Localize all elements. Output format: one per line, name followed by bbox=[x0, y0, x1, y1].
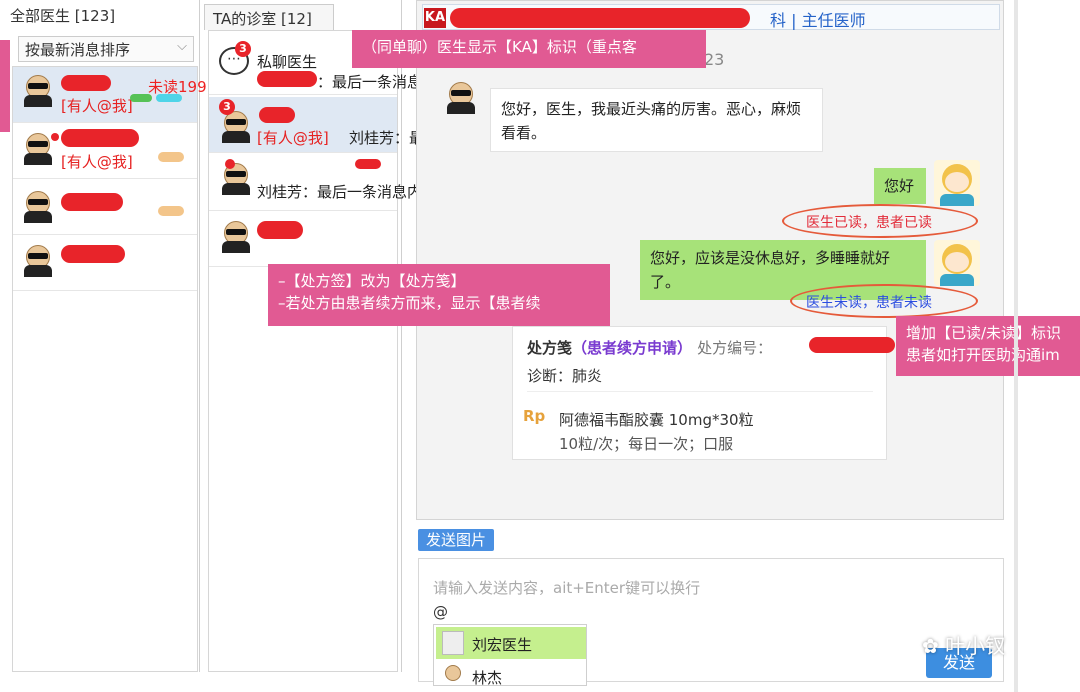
ka-tag: KA bbox=[424, 8, 446, 28]
list-item[interactable]: [有人@我] bbox=[13, 123, 197, 179]
annotation-read: 增加【已读/未读】标识 患者如打开医助沟通im bbox=[896, 316, 1080, 376]
message-time: 23 bbox=[704, 50, 725, 69]
redacted-mark bbox=[355, 159, 381, 169]
wechat-icon: ✿ bbox=[922, 634, 939, 658]
list-item[interactable]: 刘桂芳：最后一条消息内容 bbox=[209, 155, 437, 211]
drug-usage: 10粒/次；每日一次；口服 bbox=[559, 435, 734, 453]
chat-name: 私聊医生 bbox=[257, 53, 318, 71]
mention-name: 刘宏医生 bbox=[472, 636, 533, 654]
scrollbar[interactable] bbox=[1014, 0, 1018, 692]
sort-label: 按最新消息排序 bbox=[25, 41, 131, 59]
avatar bbox=[221, 111, 251, 143]
list-item[interactable] bbox=[13, 235, 197, 291]
redacted-name bbox=[61, 75, 111, 91]
annotation-rx-line1: –【处方签】改为【处方笺】 bbox=[278, 272, 466, 290]
mention-popup: 刘宏医生 林杰 bbox=[433, 624, 587, 687]
doctor-title: 科 | 主任医师 bbox=[770, 11, 866, 30]
doctor-avatar bbox=[934, 160, 980, 206]
unread-dot bbox=[225, 159, 235, 169]
chat-preview: 刘桂芳：最后一条消息内容 bbox=[257, 183, 438, 201]
highlight-oval bbox=[782, 204, 978, 238]
redacted-mark bbox=[158, 206, 184, 216]
unread-badge: 3 bbox=[219, 99, 235, 115]
annotation-read-line2: 患者如打开医助沟通im bbox=[906, 346, 1060, 364]
input-placeholder: 请输入发送内容，ait+Enter键可以换行 bbox=[433, 579, 701, 597]
redacted-mark bbox=[156, 94, 182, 102]
avatar bbox=[23, 75, 53, 107]
watermark-text: 叶小钗 bbox=[945, 634, 1006, 658]
at-symbol: @ bbox=[433, 603, 448, 621]
redacted-mark bbox=[130, 94, 152, 102]
doctor-message: 您好 bbox=[874, 168, 926, 204]
send-image-button[interactable]: 发送图片 bbox=[418, 529, 494, 551]
annotation-rx: –【处方签】改为【处方笺】 –若处方由患者续方而来，显示【患者续 bbox=[268, 264, 610, 326]
redacted-name bbox=[257, 71, 317, 87]
avatar bbox=[23, 245, 53, 277]
avatar bbox=[221, 221, 251, 253]
mention-name: 林杰 bbox=[472, 669, 503, 687]
drug-name: 阿德福韦酯胶囊 10mg*30粒 bbox=[559, 411, 754, 429]
annotation-marker bbox=[0, 40, 10, 132]
doctor-avatar bbox=[934, 240, 980, 286]
annotation-rx-line2: –若处方由患者续方而来，显示【患者续 bbox=[278, 294, 541, 312]
avatar bbox=[23, 191, 53, 223]
at-me-tag: [有人@我] bbox=[257, 129, 329, 147]
prescription-source: （患者续方申请） bbox=[572, 339, 693, 357]
tab-clinic[interactable]: TA的诊室 [12] bbox=[204, 4, 334, 30]
avatar bbox=[23, 133, 53, 165]
redacted-name bbox=[257, 221, 303, 239]
avatar bbox=[442, 631, 464, 655]
at-me-tag: [有人@我] bbox=[61, 153, 133, 171]
mention-item[interactable]: 林杰 bbox=[436, 661, 586, 687]
list-item[interactable]: 3 [有人@我] 刘桂芳：最后... bbox=[209, 97, 453, 153]
prescription-no-label: 处方编号： bbox=[697, 339, 773, 357]
prescription-diagnosis: 诊断：肺炎 bbox=[527, 367, 603, 385]
prescription-title: 处方笺 bbox=[527, 339, 573, 357]
redacted-mark bbox=[158, 152, 184, 162]
unread-badge: 3 bbox=[235, 41, 251, 57]
all-doctors-header[interactable]: 全部医生 [123] bbox=[10, 5, 115, 26]
annotation-read-line1: 增加【已读/未读】标识 bbox=[906, 324, 1062, 342]
redacted-name bbox=[61, 193, 123, 211]
list-item[interactable] bbox=[209, 211, 397, 267]
redacted-title bbox=[450, 8, 750, 28]
avatar bbox=[446, 82, 480, 122]
rp-label: Rp bbox=[523, 407, 546, 425]
annotation-ka: （同单聊）医生显示【KA】标识（重点客 bbox=[352, 30, 706, 68]
redacted-number bbox=[809, 337, 895, 353]
patient-message: 您好，医生，我最近头痛的厉害。恶心，麻烦看看。 bbox=[490, 88, 823, 152]
highlight-oval bbox=[790, 284, 978, 318]
unread-dot bbox=[51, 133, 59, 141]
redacted-name bbox=[259, 107, 295, 123]
watermark: ✿ 叶小钗 bbox=[922, 630, 1005, 659]
mention-item-selected[interactable]: 刘宏医生 bbox=[436, 627, 586, 659]
clinic-list: ⋯ 3 私聊医生 ：最后一条消息内容 3 [有人@我] 刘桂芳：最后... 刘桂… bbox=[208, 30, 453, 672]
redacted-name bbox=[61, 245, 125, 263]
at-me-tag: [有人@我] bbox=[61, 97, 133, 115]
sort-select[interactable]: 按最新消息排序 ⌵ bbox=[18, 36, 194, 62]
prescription-card[interactable]: 处方笺（患者续方申请） 处方编号： 诊断：肺炎 Rp 阿德福韦酯胶囊 10mg*… bbox=[512, 326, 895, 460]
avatar bbox=[221, 163, 251, 195]
chevron-down-icon: ⌵ bbox=[177, 39, 187, 54]
redacted-name bbox=[61, 129, 139, 147]
divider bbox=[527, 391, 873, 392]
avatar bbox=[442, 665, 464, 685]
